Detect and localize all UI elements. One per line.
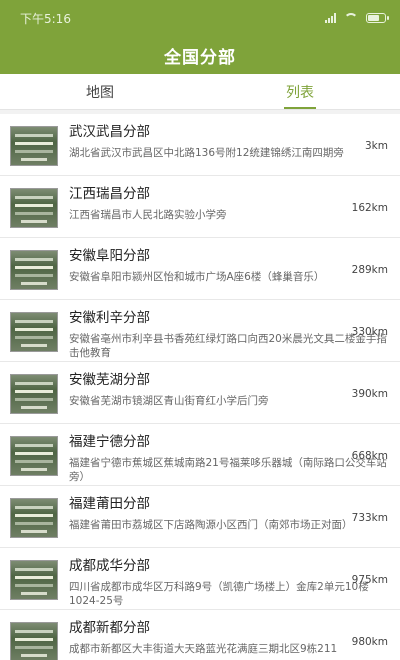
branch-plaque-thumbnail (10, 126, 58, 166)
branch-list-item[interactable]: 成都新都分部 成都市新都区大丰街道大天路蓝光花满庭三期北区9栋211 980km (0, 610, 400, 660)
branch-name: 福建莆田分部 (69, 496, 150, 512)
branch-distance: 733km (351, 512, 388, 524)
branch-name: 武汉武昌分部 (69, 124, 150, 140)
branch-address: 成都市新都区大丰街道大天路蓝光花满庭三期北区9栋211 (69, 643, 338, 655)
branch-distance: 668km (351, 450, 388, 462)
branch-distance: 330km (351, 326, 388, 338)
branch-distance: 162km (351, 202, 388, 214)
branch-distance: 390km (351, 388, 388, 400)
branch-plaque-thumbnail (10, 312, 58, 352)
branch-distance: 289km (351, 264, 388, 276)
branch-address: 福建省宁德市蕉城区蕉城南路21号福莱哆乐器城（南际路口公交车站旁） (69, 457, 387, 483)
branch-list-item[interactable]: 安徽阜阳分部 安徽省阜阳市颍州区怡和城市广场A座6楼（蜂巢音乐） 289km (0, 238, 400, 300)
branch-list: 武汉武昌分部 湖北省武汉市武昌区中北路136号附12统建锦绣江南四期旁 3km … (0, 114, 400, 660)
tab-map[interactable]: 地图 (0, 74, 200, 109)
branch-address: 安徽省阜阳市颍州区怡和城市广场A座6楼（蜂巢音乐） (69, 271, 325, 283)
wifi-icon (344, 13, 358, 23)
battery-icon (366, 13, 389, 23)
signal-icon (325, 13, 336, 23)
status-icons (325, 13, 389, 23)
branch-plaque-thumbnail (10, 374, 58, 414)
branch-list-item[interactable]: 江西瑞昌分部 江西省瑞昌市人民北路实验小学旁 162km (0, 176, 400, 238)
branch-address: 湖北省武汉市武昌区中北路136号附12统建锦绣江南四期旁 (69, 147, 344, 159)
app-screen: 下午5:16 全国分部 地图 列表 武汉武昌分部 湖北省武汉市武昌区中北路136… (0, 0, 400, 660)
branch-plaque-thumbnail (10, 560, 58, 600)
branch-list-item[interactable]: 安徽利辛分部 安徽省亳州市利辛县书香苑红绿灯路口向西20米晨光文具二楼金手指击他… (0, 300, 400, 362)
branch-address: 四川省成都市成华区万科路9号（凯德广场楼上）金库2单元10楼1024-25号 (69, 581, 369, 607)
page-title: 全国分部 (164, 47, 236, 68)
branch-list-item[interactable]: 福建宁德分部 福建省宁德市蕉城区蕉城南路21号福莱哆乐器城（南际路口公交车站旁）… (0, 424, 400, 486)
branch-distance: 3km (365, 140, 388, 152)
branch-name: 江西瑞昌分部 (69, 186, 150, 202)
branch-address: 福建省莆田市荔城区下店路陶源小区西门（南郊市场正对面） (69, 519, 353, 531)
branch-name: 安徽利辛分部 (69, 310, 150, 326)
status-time: 下午5:16 (20, 11, 71, 26)
branch-plaque-thumbnail (10, 498, 58, 538)
branch-list-item[interactable]: 武汉武昌分部 湖北省武汉市武昌区中北路136号附12统建锦绣江南四期旁 3km (0, 114, 400, 176)
branch-list-item[interactable]: 安徽芜湖分部 安徽省芜湖市镜湖区青山街育红小学后门旁 390km (0, 362, 400, 424)
status-bar: 下午5:16 (0, 0, 400, 36)
branch-name: 福建宁德分部 (69, 434, 150, 450)
app-header: 全国分部 (0, 36, 400, 74)
branch-name: 安徽芜湖分部 (69, 372, 150, 388)
branch-address: 安徽省亳州市利辛县书香苑红绿灯路口向西20米晨光文具二楼金手指击他教育 (69, 333, 387, 359)
branch-distance: 980km (351, 636, 388, 648)
branch-address: 江西省瑞昌市人民北路实验小学旁 (69, 209, 227, 221)
branch-name: 安徽阜阳分部 (69, 248, 150, 264)
branch-plaque-thumbnail (10, 188, 58, 228)
branch-list-item[interactable]: 福建莆田分部 福建省莆田市荔城区下店路陶源小区西门（南郊市场正对面） 733km (0, 486, 400, 548)
view-tabs: 地图 列表 (0, 74, 400, 110)
branch-address: 安徽省芜湖市镜湖区青山街育红小学后门旁 (69, 395, 269, 407)
branch-name: 成都新都分部 (69, 620, 150, 636)
branch-distance: 975km (351, 574, 388, 586)
branch-plaque-thumbnail (10, 622, 58, 660)
branch-list-item[interactable]: 成都成华分部 四川省成都市成华区万科路9号（凯德广场楼上）金库2单元10楼102… (0, 548, 400, 610)
branch-name: 成都成华分部 (69, 558, 150, 574)
branch-plaque-thumbnail (10, 436, 58, 476)
branch-plaque-thumbnail (10, 250, 58, 290)
tab-list[interactable]: 列表 (200, 74, 400, 109)
